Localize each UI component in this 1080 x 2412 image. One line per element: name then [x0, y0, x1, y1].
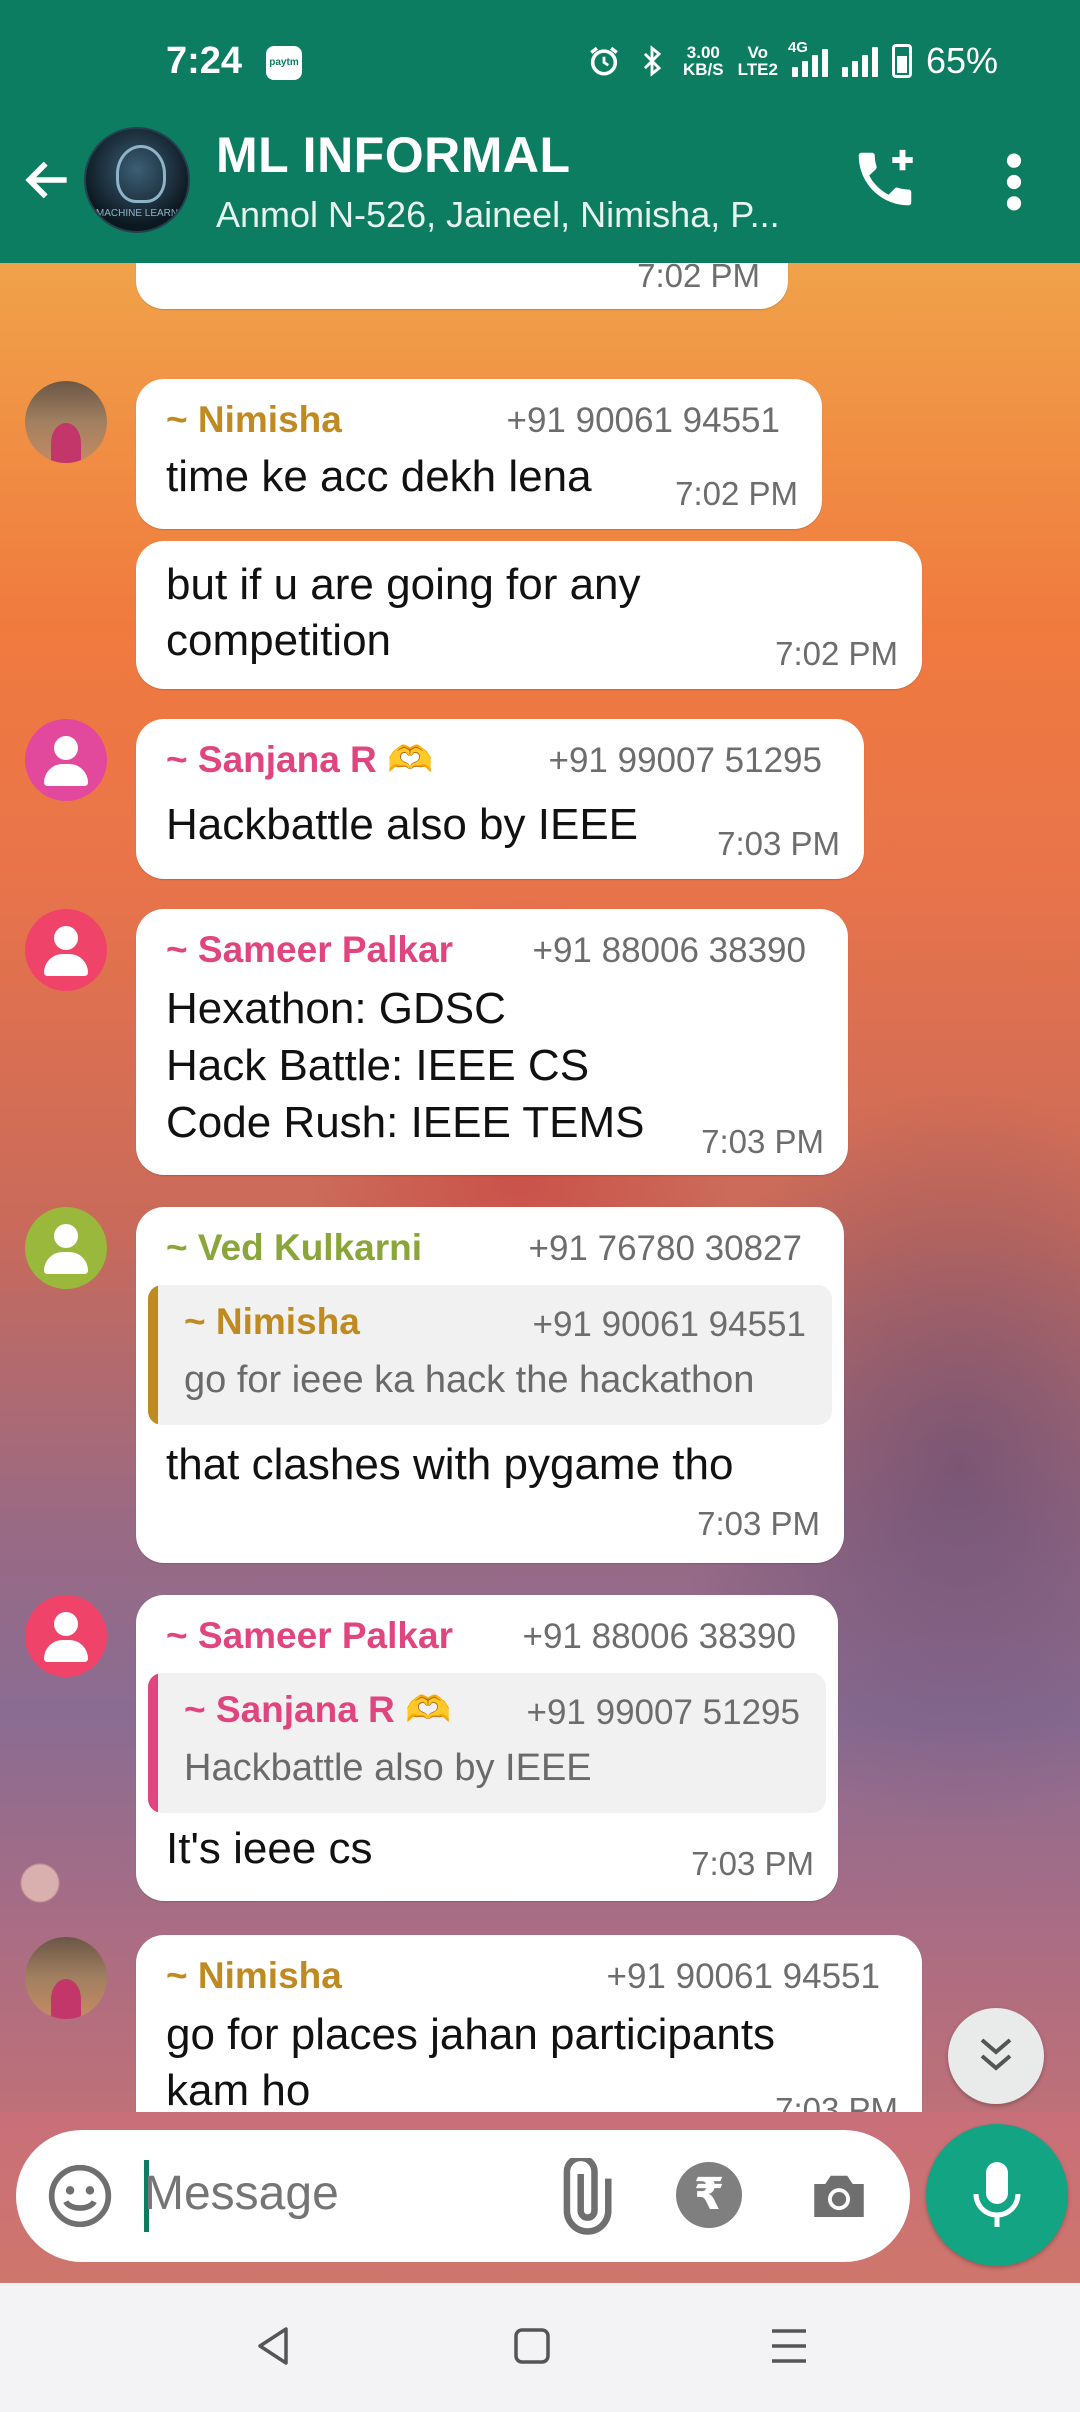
- avatar[interactable]: [25, 1207, 107, 1289]
- bluetooth-icon: [643, 45, 662, 77]
- camera-icon[interactable]: [804, 2162, 874, 2228]
- quote-sender: ~ Nimisha: [184, 1301, 360, 1342]
- alarm-icon: [590, 46, 618, 76]
- scroll-down-button[interactable]: [948, 2008, 1044, 2104]
- message-text-line: competition: [166, 616, 392, 665]
- sender-phone: +91 88006 38390: [522, 1617, 796, 1656]
- message-time: 7:03 PM: [701, 1123, 824, 1160]
- nav-menu-icon[interactable]: [754, 2311, 824, 2381]
- message-bubble[interactable]: ~ Sameer Palkar +91 88006 38390 Hexathon…: [136, 909, 848, 1175]
- message-bubble[interactable]: but if u are going for any competition 7…: [136, 541, 922, 689]
- quote-text: go for ieee ka hack the hackathon: [184, 1359, 755, 1401]
- top-app-bar: 7:24 paytm 3.00 KB/S Vo LTE2 4G 65% MACHIN…: [0, 0, 1080, 263]
- quoted-message[interactable]: ~ Nimisha +91 90061 94551 go for ieee ka…: [148, 1285, 832, 1425]
- sender-phone: +91 90061 94551: [506, 401, 780, 440]
- message-text: that clashes with pygame tho: [166, 1440, 734, 1489]
- message-text-line: Hexathon: GDSC: [166, 984, 506, 1033]
- quote-text: Hackbattle also by IEEE: [184, 1747, 592, 1789]
- avatar[interactable]: [25, 909, 107, 991]
- sender-phone: +91 99007 51295: [548, 741, 822, 780]
- quote-sender: ~ Sanjana R 🫶: [184, 1689, 452, 1730]
- mic-icon: [973, 2162, 1021, 2227]
- nav-back-icon[interactable]: [238, 2311, 308, 2381]
- message-bubble[interactable]: ~ Ved Kulkarni +91 76780 30827 ~ Nimisha…: [136, 1207, 844, 1563]
- message-text-line: go for places jahan participants: [166, 2010, 776, 2059]
- message-text-line: kam ho: [166, 2066, 311, 2115]
- battery-icon: [891, 44, 912, 78]
- message-text-line: Hack Battle: IEEE CS: [166, 1041, 590, 1090]
- attach-icon[interactable]: [544, 2158, 622, 2236]
- mobile-data-signal: 4G: [788, 39, 828, 77]
- chat-header: MACHINE LEARN ML INFORMAL Anmol N-526, J…: [0, 120, 1080, 250]
- status-bar: 7:24 paytm 3.00 KB/S Vo LTE2 4G 65%: [0, 36, 1080, 92]
- quoted-message[interactable]: ~ Sanjana R 🫶 +91 99007 51295 Hackbattle…: [148, 1673, 826, 1813]
- mic-button[interactable]: [926, 2124, 1068, 2266]
- network-type: 4G: [787, 39, 808, 56]
- group-avatar[interactable]: MACHINE LEARN: [84, 127, 190, 233]
- sender-phone: +91 90061 94551: [606, 1957, 880, 1996]
- quote-phone: +91 99007 51295: [526, 1693, 800, 1732]
- system-nav-bar: [0, 2283, 1080, 2412]
- message-input[interactable]: [144, 2166, 504, 2221]
- net-speed-unit: KB/S: [683, 60, 724, 79]
- scroll-down-icon: [980, 2038, 1012, 2071]
- quote-bar: [148, 1673, 158, 1813]
- message-text-line: Code Rush: IEEE TEMS: [166, 1098, 645, 1147]
- message-bubble[interactable]: 7:02 PM: [136, 263, 788, 309]
- group-name[interactable]: ML INFORMAL: [216, 126, 571, 184]
- message-text: time ke acc dekh lena: [166, 452, 592, 501]
- quote-bar: [148, 1285, 158, 1425]
- message-text: It's ieee cs: [166, 1824, 373, 1873]
- sender-name[interactable]: ~ Sanjana R 🫶: [166, 739, 433, 782]
- sender-phone: +91 76780 30827: [528, 1229, 802, 1268]
- nav-home-icon[interactable]: [497, 2311, 567, 2381]
- avatar[interactable]: [25, 1595, 107, 1677]
- message-text: Hackbattle also by IEEE: [166, 800, 639, 849]
- message-time: 7:02 PM: [675, 475, 798, 512]
- sender-name[interactable]: ~ Nimisha: [166, 399, 342, 441]
- group-members[interactable]: Anmol N-526, Jaineel, Nimisha, P...: [216, 194, 780, 236]
- quote-phone: +91 90061 94551: [532, 1305, 806, 1344]
- message-time: 7:03 PM: [697, 1505, 820, 1542]
- message-bubble[interactable]: ~ Sameer Palkar +91 88006 38390 ~ Sanjan…: [136, 1595, 838, 1901]
- avatar[interactable]: [25, 1937, 107, 2019]
- message-bubble[interactable]: ~ Nimisha +91 90061 94551 time ke acc de…: [136, 379, 822, 529]
- rupee-icon[interactable]: ₹: [676, 2162, 742, 2228]
- message-composer[interactable]: ₹: [16, 2130, 910, 2262]
- signal-bars-icon: [841, 45, 878, 77]
- message-time: 7:02 PM: [637, 263, 760, 294]
- chat-area[interactable]: 7:02 PM ~ Nimisha +91 90061 94551 time k…: [0, 263, 1080, 2283]
- emoji-icon[interactable]: [46, 2162, 114, 2230]
- message-time: 7:02 PM: [775, 635, 898, 672]
- status-icons: 3.00 KB/S Vo LTE2 4G 65%: [587, 39, 998, 82]
- avatar[interactable]: [25, 719, 107, 801]
- back-arrow-icon[interactable]: [20, 150, 76, 210]
- sender-name[interactable]: ~ Nimisha: [166, 1955, 342, 1997]
- sender-name[interactable]: ~ Sameer Palkar: [166, 1615, 453, 1657]
- battery-percent: 65%: [925, 40, 998, 81]
- paytm-notification-icon: paytm: [266, 46, 302, 80]
- sender-name[interactable]: ~ Ved Kulkarni: [166, 1227, 422, 1269]
- group-avatar-text: MACHINE LEARN: [95, 208, 179, 219]
- volte-top: Vo: [747, 43, 769, 62]
- message-text-line: but if u are going for any: [166, 560, 641, 609]
- message-bubble[interactable]: ~ Sanjana R 🫶 +91 99007 51295 Hackbattle…: [136, 719, 864, 879]
- message-time: 7:03 PM: [691, 1845, 814, 1882]
- message-time: 7:03 PM: [717, 825, 840, 862]
- volte-bottom: LTE2: [737, 60, 778, 79]
- more-vert-icon[interactable]: [996, 150, 1032, 214]
- avatar[interactable]: [25, 381, 107, 463]
- status-time: 7:24: [166, 40, 243, 82]
- add-call-icon[interactable]: [850, 144, 920, 214]
- sender-name[interactable]: ~ Sameer Palkar: [166, 929, 453, 971]
- sender-phone: +91 88006 38390: [532, 931, 806, 970]
- net-speed: 3.00 KB/S: [683, 44, 724, 78]
- net-speed-value: 3.00: [686, 43, 720, 62]
- volte-indicator: Vo LTE2: [738, 44, 778, 78]
